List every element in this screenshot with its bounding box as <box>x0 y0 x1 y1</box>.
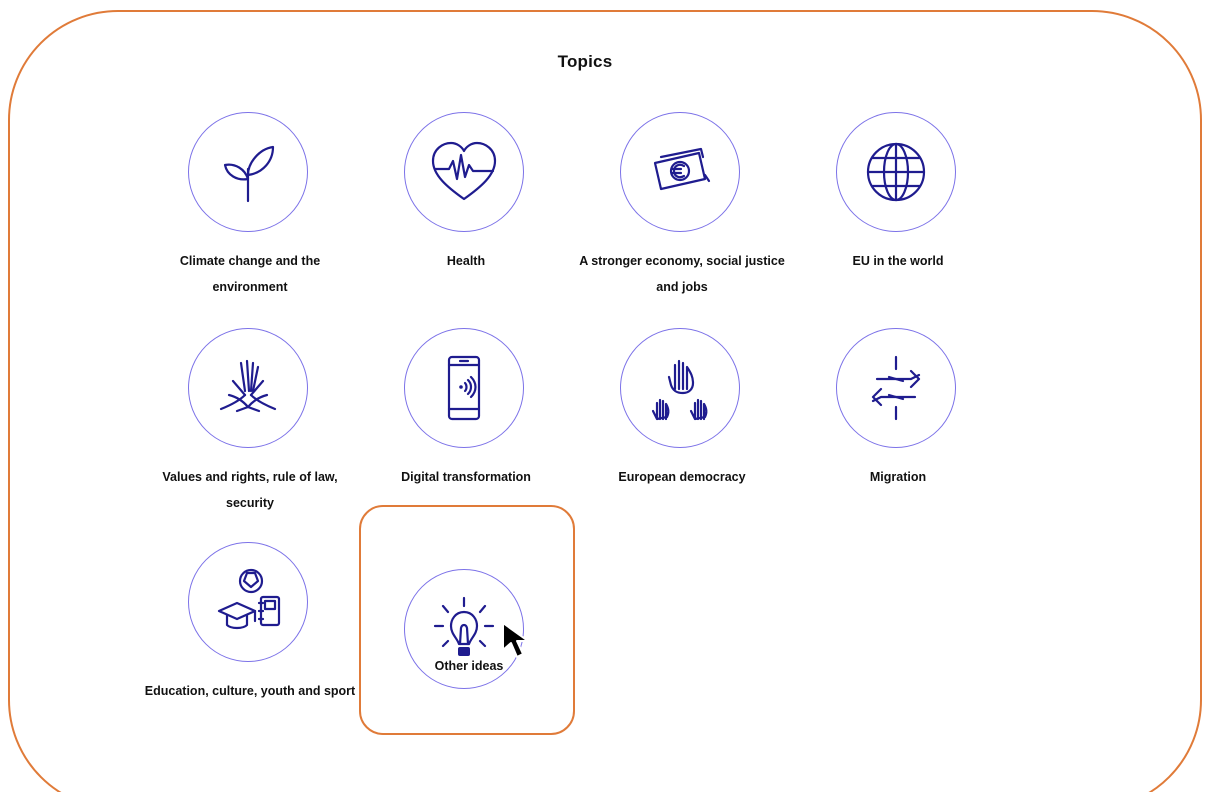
topic-circle <box>836 112 956 232</box>
topic-label: Education, culture, youth and sport <box>144 684 356 698</box>
heart-pulse-icon <box>431 141 497 201</box>
euro-banknotes-icon <box>653 147 711 191</box>
smartphone-nfc-icon <box>447 355 481 421</box>
topic-circle <box>188 112 308 232</box>
mouse-pointer-icon <box>502 622 529 658</box>
topic-circle <box>188 542 308 662</box>
joined-hands-icon <box>219 359 277 413</box>
topic-circle <box>188 328 308 448</box>
topic-circle <box>404 328 524 448</box>
topic-health[interactable]: Health <box>356 6 572 268</box>
topic-digital[interactable]: Digital transformation <box>356 222 572 484</box>
topic-label: European democracy <box>618 470 746 484</box>
topic-education[interactable]: Education, culture, youth and sport <box>140 436 356 698</box>
topic-label: Other ideas <box>434 659 504 673</box>
education-icon <box>217 568 281 630</box>
topic-circle <box>836 328 956 448</box>
topic-values[interactable]: Values and rights, rule of law, security <box>140 222 356 510</box>
topic-circle <box>404 112 524 232</box>
topic-label: Migration <box>869 470 927 484</box>
topic-eu-world[interactable]: EU in the world <box>788 6 1004 268</box>
globe-icon <box>866 142 926 202</box>
topic-economy[interactable]: A stronger economy, social justice and j… <box>572 6 788 294</box>
topic-climate[interactable]: Climate change and the environment <box>140 6 356 294</box>
topic-circle <box>620 112 740 232</box>
exchange-arrows-icon <box>871 355 921 421</box>
topic-circle <box>620 328 740 448</box>
raised-hands-icon <box>651 359 708 421</box>
sprout-icon <box>223 145 275 203</box>
topic-label: Digital transformation <box>401 470 531 484</box>
topic-migration[interactable]: Migration <box>788 222 1004 484</box>
topic-democracy[interactable]: European democracy <box>572 222 788 484</box>
topic-other-ideas[interactable]: Other ideas <box>359 505 575 735</box>
